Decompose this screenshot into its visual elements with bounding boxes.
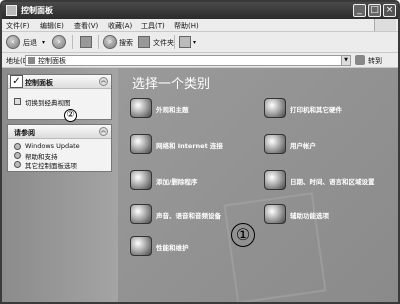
menu-tools[interactable]: 工具(T) [141, 21, 165, 31]
category-label[interactable]: 性能和维护 [156, 242, 189, 252]
callout-marker-2: ② [64, 109, 77, 122]
other-options-icon [14, 161, 21, 168]
pane-header[interactable]: 请参阅 ︽ [8, 125, 111, 139]
address-dropdown-icon[interactable]: ▼ [341, 56, 350, 65]
windows-update-link[interactable]: Windows Update [25, 142, 80, 150]
back-button-label[interactable]: 后退 [23, 38, 37, 48]
task-pane: ✓ 控制面板 ︽ 切换到经典视图 请参阅 ︽ Windows Update 帮助… [2, 68, 118, 302]
back-dropdown-icon[interactable]: ▾ [42, 39, 45, 46]
go-button-label[interactable]: 转到 [368, 56, 382, 66]
switch-classic-view-link[interactable]: 切换到经典视图 [25, 97, 71, 107]
category-label[interactable]: 添加/删除程序 [156, 176, 197, 186]
menu-favorites[interactable]: 收藏(A) [108, 21, 132, 31]
search-button-label[interactable]: 搜索 [119, 38, 133, 48]
toolbar: ‹ 后退 ▾ › ⌕ 搜索 文件夹 ▾ [2, 32, 398, 53]
category-label[interactable]: 辅助功能选项 [290, 210, 329, 220]
pane-header[interactable]: ✓ 控制面板 ︽ [8, 75, 111, 89]
toolbar-separator [98, 35, 99, 49]
appearance-themes-icon [130, 98, 152, 118]
other-options-link[interactable]: 其它控制面板选项 [25, 160, 77, 170]
performance-chart-icon [130, 236, 152, 256]
date-time-globe-icon [264, 170, 286, 190]
close-button[interactable]: × [383, 4, 396, 17]
speaker-music-icon [130, 204, 152, 224]
views-dropdown-icon[interactable]: ▾ [193, 39, 196, 46]
toolbar-separator [174, 35, 175, 49]
category-label[interactable]: 网络和 Internet 连接 [156, 140, 223, 150]
see-also-pane: 请参阅 ︽ Windows Update 帮助和支持 其它控制面板选项 [7, 124, 112, 172]
folders-button-label[interactable]: 文件夹 [153, 38, 174, 48]
category-label[interactable]: 外观和主题 [156, 104, 189, 114]
page-title: 选择一个类别 [132, 77, 211, 92]
go-arrow-icon[interactable] [355, 55, 365, 65]
menu-help[interactable]: 帮助(H) [174, 21, 199, 31]
pane-title: 请参阅 [14, 129, 35, 137]
network-globe-icon [130, 134, 152, 154]
control-panel-window: 控制面板 _ □ × 文件(F) 编辑(E) 查看(V) 收藏(A) 工具(T)… [0, 0, 400, 304]
window-title: 控制面板 [21, 6, 53, 15]
address-value[interactable]: 控制面板 [38, 56, 66, 66]
windows-update-icon [14, 143, 21, 150]
menu-view[interactable]: 查看(V) [74, 21, 98, 31]
control-panel-icon [6, 5, 17, 16]
menu-bar: 文件(F) 编辑(E) 查看(V) 收藏(A) 工具(T) 帮助(H) [2, 19, 398, 32]
control-panel-icon [28, 57, 35, 64]
checkmark-icon: ✓ [10, 75, 23, 88]
category-view: 选择一个类别 外观和主题 打印机和其它硬件 网络和 Internet 连接 用户… [118, 68, 398, 302]
maximize-button[interactable]: □ [368, 4, 381, 17]
help-icon [14, 152, 21, 159]
up-folder-icon[interactable] [80, 36, 92, 48]
views-icon[interactable] [179, 36, 191, 48]
category-label[interactable]: 打印机和其它硬件 [290, 104, 342, 114]
pane-title: 控制面板 [25, 79, 53, 87]
category-label[interactable]: 声音、语音和音频设备 [156, 210, 221, 220]
printer-icon [264, 98, 286, 118]
minimize-button[interactable]: _ [353, 4, 366, 17]
back-arrow-icon[interactable]: ‹ [6, 35, 20, 49]
control-panel-pane: ✓ 控制面板 ︽ 切换到经典视图 [7, 74, 112, 120]
search-icon[interactable]: ⌕ [103, 35, 117, 49]
menu-edit[interactable]: 编辑(E) [40, 21, 64, 31]
windows-logo-icon [374, 19, 396, 31]
add-remove-programs-icon [130, 170, 152, 190]
callout-marker-1: ① [231, 223, 255, 247]
category-label[interactable]: 用户帐户 [290, 140, 316, 150]
address-field[interactable]: 控制面板 ▼ [25, 55, 351, 66]
address-bar: 地址(D) 控制面板 ▼ 转到 [2, 53, 398, 68]
classic-view-icon [14, 98, 21, 105]
user-accounts-icon [264, 134, 286, 154]
toolbar-separator [72, 35, 73, 49]
collapse-icon[interactable]: ︽ [99, 77, 108, 86]
accessibility-icon [264, 204, 286, 224]
folders-icon[interactable] [138, 36, 150, 48]
category-label[interactable]: 日期、时间、语言和区域设置 [290, 176, 375, 186]
title-bar: 控制面板 _ □ × [2, 2, 398, 19]
forward-arrow-icon[interactable]: › [52, 35, 66, 49]
collapse-icon[interactable]: ︽ [99, 127, 108, 136]
menu-file[interactable]: 文件(F) [6, 21, 30, 31]
